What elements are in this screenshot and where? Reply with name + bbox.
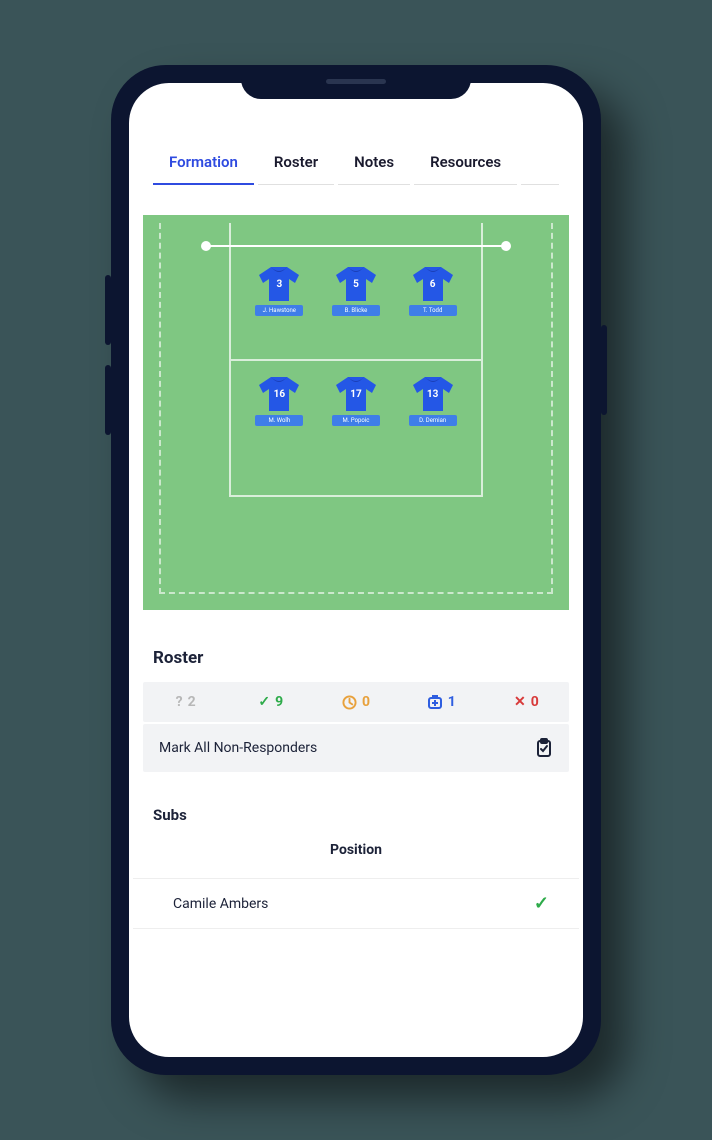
jersey-number: 5 (332, 279, 380, 290)
player-card[interactable]: 5 B. Blicke (326, 265, 386, 316)
tabs: Formation Roster Notes Resources (129, 143, 583, 185)
jersey-icon: 13 (409, 375, 457, 413)
stat-injured[interactable]: 1 (399, 694, 484, 710)
check-icon: ✓ (258, 694, 270, 710)
jersey-number: 3 (255, 279, 303, 290)
player-name: T. Todd (409, 305, 457, 316)
jersey-icon: 3 (255, 265, 303, 303)
player-name: B. Blicke (332, 305, 380, 316)
app-content: Formation Roster Notes Resources (129, 83, 583, 929)
jersey-number: 13 (409, 389, 457, 400)
stat-value: 0 (531, 694, 539, 710)
roster-title: Roster (129, 620, 583, 682)
subs-title: Subs (129, 772, 583, 842)
tab-resources[interactable]: Resources (414, 143, 517, 185)
jersey-icon: 5 (332, 265, 380, 303)
tab-label: Notes (354, 153, 394, 171)
check-icon: ✓ (534, 893, 549, 914)
stat-value: 2 (188, 694, 196, 710)
player-card[interactable]: 16 M. Wolh (249, 375, 309, 426)
phone-frame: Formation Roster Notes Resources (111, 65, 601, 1075)
jersey-number: 17 (332, 389, 380, 400)
jersey-number: 6 (409, 279, 457, 290)
tab-roster[interactable]: Roster (258, 143, 334, 185)
player-card[interactable]: 6 T. Todd (403, 265, 463, 316)
player-card[interactable]: 17 M. Popoic (326, 375, 386, 426)
jersey-icon: 6 (409, 265, 457, 303)
player-name: M. Popoic (332, 415, 380, 426)
jersey-icon: 17 (332, 375, 380, 413)
jersey-number: 16 (255, 389, 303, 400)
question-icon: ? (176, 694, 183, 710)
jersey-icon: 16 (255, 375, 303, 413)
mark-all-label: Mark All Non-Responders (159, 740, 317, 756)
phone-notch (241, 65, 471, 99)
stat-pending[interactable]: 0 (313, 694, 398, 710)
player-name: D. Demian (409, 415, 457, 426)
stat-value: 0 (362, 694, 370, 710)
stat-going[interactable]: ✓ 9 (228, 694, 313, 710)
player-name: M. Wolh (255, 415, 303, 426)
mid-line (231, 359, 481, 361)
mark-all-row[interactable]: Mark All Non-Responders (143, 724, 569, 772)
sub-row[interactable]: Camile Ambers ✓ (133, 878, 579, 929)
power-button (601, 325, 607, 415)
x-icon: ✕ (514, 694, 526, 710)
tab-label: Formation (169, 153, 238, 171)
player-card[interactable]: 3 J. Hawstone (249, 265, 309, 316)
tabs-line (521, 143, 559, 185)
tab-label: Roster (274, 153, 318, 171)
clipboard-icon[interactable] (535, 738, 553, 758)
medical-icon (427, 694, 443, 710)
stat-unknown[interactable]: ? 2 (143, 694, 228, 710)
tab-formation[interactable]: Formation (153, 143, 254, 185)
clock-icon (342, 695, 357, 710)
stat-value: 1 (448, 694, 456, 710)
back-row: 16 M. Wolh 17 M. Popoic (231, 375, 481, 426)
court: 3 J. Hawstone 5 B. Blicke (229, 223, 483, 497)
tab-label: Resources (430, 153, 501, 171)
formation-field[interactable]: 3 J. Hawstone 5 B. Blicke (143, 215, 569, 610)
player-card[interactable]: 13 D. Demian (403, 375, 463, 426)
volume-down-button (105, 365, 111, 435)
tab-notes[interactable]: Notes (338, 143, 410, 185)
front-row: 3 J. Hawstone 5 B. Blicke (231, 265, 481, 316)
stat-value: 9 (275, 694, 283, 710)
stat-not-going[interactable]: ✕ 0 (484, 694, 569, 710)
formation-field-wrap: 3 J. Hawstone 5 B. Blicke (129, 185, 583, 620)
sub-name: Camile Ambers (173, 896, 268, 912)
position-column-header: Position (129, 842, 583, 878)
volume-up-button (105, 275, 111, 345)
player-name: J. Hawstone (255, 305, 303, 316)
screen: Formation Roster Notes Resources (129, 83, 583, 1057)
roster-stats: ? 2 ✓ 9 0 1 (143, 682, 569, 722)
